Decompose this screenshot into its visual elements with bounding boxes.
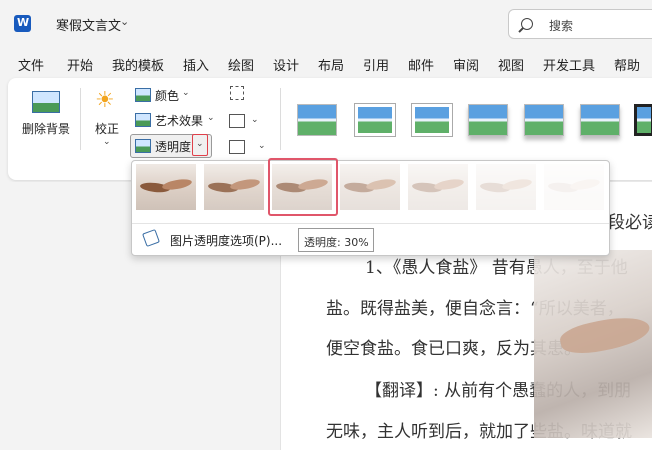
corrections-icon: ☀ — [95, 88, 115, 113]
title-bar: 寒假文言文 ⌄ 搜索 — [0, 0, 652, 46]
picture-style-4[interactable] — [468, 104, 508, 136]
tab-home[interactable]: 开始 — [67, 55, 93, 74]
transparency-option-15[interactable] — [204, 164, 264, 210]
tab-file[interactable]: 文件 — [18, 55, 44, 74]
artistic-effects-icon — [135, 113, 151, 127]
color-icon — [135, 88, 151, 102]
picture-style-3[interactable] — [412, 104, 452, 136]
transparency-option-95[interactable] — [544, 164, 604, 210]
tab-insert[interactable]: 插入 — [183, 55, 209, 74]
chevron-down-icon[interactable]: ⌄ — [196, 139, 204, 149]
tab-references[interactable]: 引用 — [363, 55, 389, 74]
menu-divider — [132, 223, 609, 224]
tab-developer[interactable]: 开发工具 — [543, 55, 595, 74]
tab-help[interactable]: 帮助 — [614, 55, 640, 74]
picture-style-5[interactable] — [524, 104, 564, 136]
reset-picture-icon[interactable] — [229, 140, 245, 154]
search-box[interactable]: 搜索 — [508, 9, 652, 39]
transparency-options-link[interactable]: 图片透明度选项(P)... — [170, 232, 282, 249]
tab-my-templates[interactable]: 我的模板 — [112, 55, 164, 74]
tab-design[interactable]: 设计 — [273, 55, 299, 74]
tab-draw[interactable]: 绘图 — [228, 55, 254, 74]
menu-bar: 文件 开始 我的模板 插入 绘图 设计 布局 引用 邮件 审阅 视图 开发工具 … — [0, 50, 652, 76]
transparency-option-0[interactable] — [136, 164, 196, 210]
picture-style-6[interactable] — [580, 104, 620, 136]
transparency-option-50[interactable] — [340, 164, 400, 210]
ribbon-separator — [280, 88, 281, 150]
transparency-option-65[interactable] — [408, 164, 468, 210]
doc-text-line: 段必读 — [608, 213, 652, 233]
compress-pictures-icon[interactable] — [230, 86, 244, 100]
ribbon-separator — [80, 88, 81, 150]
remove-background-button[interactable]: 删除背景 — [22, 120, 70, 137]
picture-style-1[interactable] — [297, 104, 337, 136]
corrections-button[interactable]: 校正 — [95, 120, 119, 137]
tooltip: 透明度: 30% — [298, 228, 374, 252]
picture-style-2[interactable] — [355, 104, 395, 136]
artistic-effects-button[interactable]: 艺术效果 — [155, 112, 203, 129]
chevron-down-icon[interactable]: ⌄ — [120, 15, 129, 28]
transparency-button[interactable]: 透明度 — [155, 138, 191, 155]
chevron-down-icon[interactable]: ⌄ — [207, 113, 215, 123]
chevron-down-icon[interactable]: ⌄ — [182, 88, 190, 98]
chevron-down-icon[interactable]: ⌄ — [103, 137, 111, 147]
selected-option-highlight — [268, 158, 338, 216]
search-icon — [521, 18, 533, 30]
picture-style-7[interactable] — [634, 104, 652, 136]
transparency-icon — [135, 139, 151, 153]
tab-review[interactable]: 审阅 — [453, 55, 479, 74]
word-logo-icon — [14, 15, 31, 32]
document-title[interactable]: 寒假文言文 — [56, 15, 121, 34]
tab-layout[interactable]: 布局 — [318, 55, 344, 74]
color-button[interactable]: 颜色 — [155, 87, 179, 104]
remove-background-icon — [32, 91, 60, 113]
chevron-down-icon[interactable]: ⌄ — [258, 141, 266, 151]
chevron-down-icon[interactable]: ⌄ — [251, 115, 259, 125]
change-picture-icon[interactable] — [229, 114, 245, 128]
transparency-option-80[interactable] — [476, 164, 536, 210]
tab-view[interactable]: 视图 — [498, 55, 524, 74]
search-input[interactable]: 搜索 — [549, 17, 573, 34]
tab-mailings[interactable]: 邮件 — [408, 55, 434, 74]
